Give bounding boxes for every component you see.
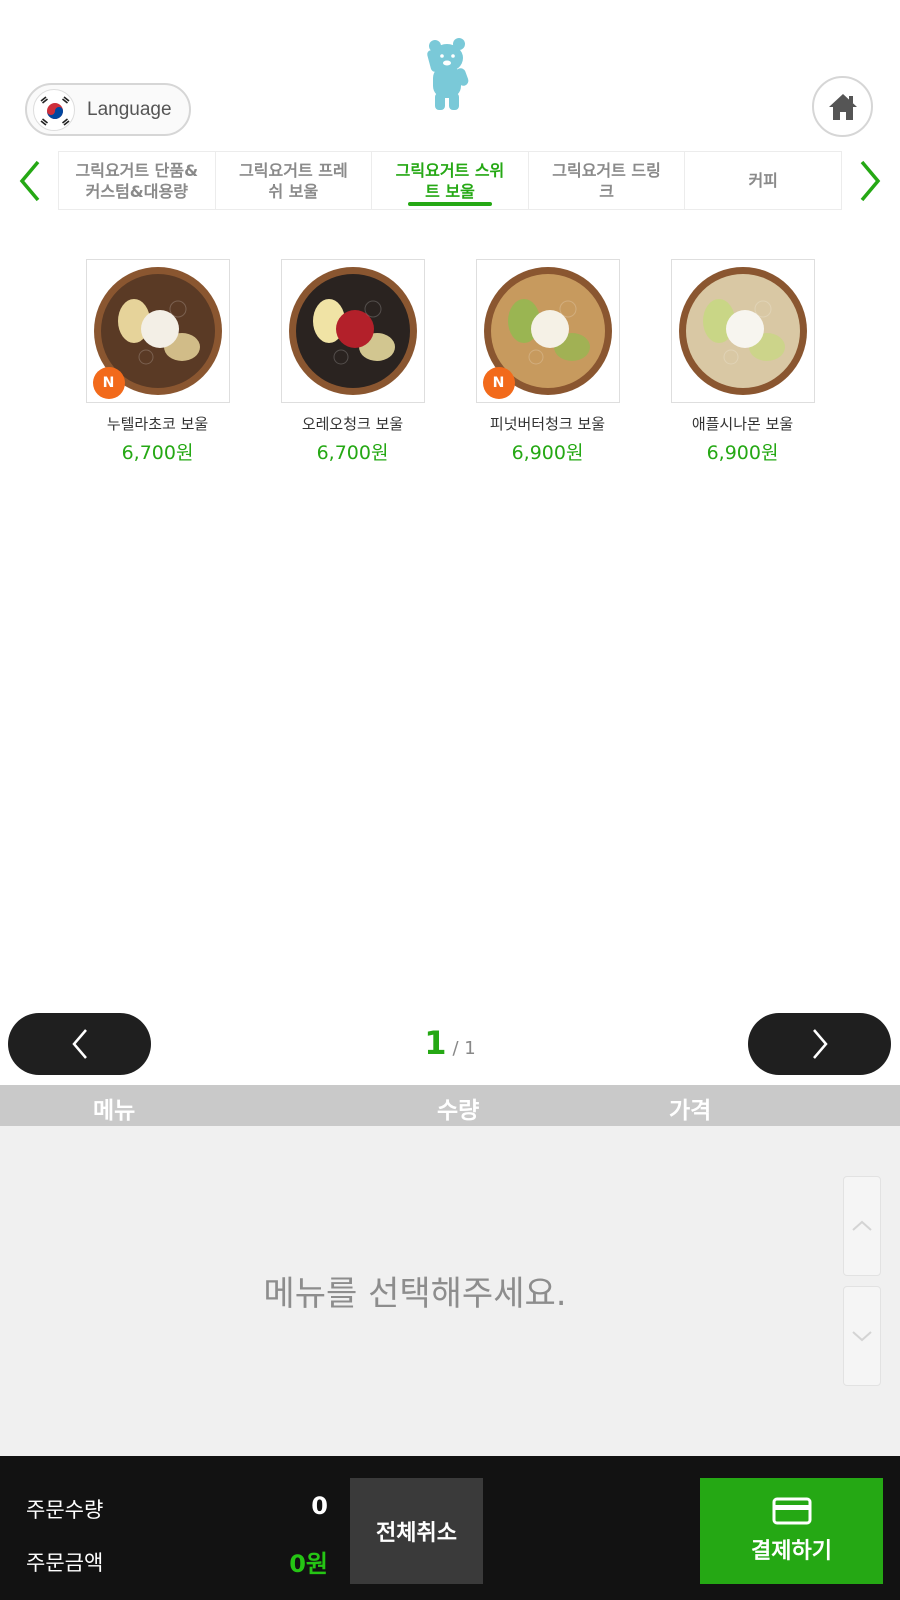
product-image	[670, 259, 815, 403]
chevron-left-icon	[19, 160, 40, 202]
yogurt-bowl-icon	[678, 267, 807, 395]
kiosk-screen: Language 그릭요거트 단품& 커스텀&대용량 그릭요거트 프레 쉬 보울…	[0, 0, 900, 1600]
order-amount-label: 주문금액	[26, 1551, 104, 1575]
language-button[interactable]: Language	[25, 83, 191, 136]
product-grid: N 누텔라초코 보울 6,700원 오레오청크 보울 6,700원 N 피넛버터청크 보울 6…	[60, 259, 840, 465]
product-image: N	[85, 259, 230, 403]
chevron-right-icon	[860, 160, 881, 202]
tab-greek-yogurt-fresh-bowl[interactable]: 그릭요거트 프레 쉬 보울	[216, 152, 373, 209]
product-name: 피넛버터청크 보울	[489, 415, 606, 433]
column-quantity: 수량	[437, 1098, 480, 1124]
tab-coffee[interactable]: 커피	[685, 152, 841, 209]
total-pages: / 1	[452, 1038, 476, 1059]
empty-order-message: 메뉴를 선택해주세요.	[263, 1274, 567, 1314]
order-amount-value: 0원	[289, 1550, 328, 1578]
product-image	[280, 259, 425, 403]
product-price: 6,900원	[511, 442, 584, 464]
product-card[interactable]: 애플시나몬 보울 6,900원	[645, 259, 840, 465]
category-next-button[interactable]	[852, 155, 888, 207]
order-list: 메뉴를 선택해주세요.	[0, 1126, 900, 1456]
credit-card-icon	[772, 1497, 811, 1525]
order-table-header: 메뉴 수량 가격	[0, 1085, 900, 1126]
scroll-down-button[interactable]	[843, 1286, 881, 1386]
order-footer: 주문수량 0 주문금액 0원 전체취소 결제하기	[0, 1456, 900, 1600]
scroll-up-button[interactable]	[843, 1176, 881, 1276]
page-next-button[interactable]	[748, 1013, 891, 1075]
category-prev-button[interactable]	[12, 155, 48, 207]
product-card[interactable]: N 피넛버터청크 보울 6,900원	[450, 259, 645, 465]
column-menu: 메뉴	[93, 1098, 136, 1124]
category-tabs: 그릭요거트 단품& 커스텀&대용량 그릭요거트 프레 쉬 보울 그릭요거트 스위…	[58, 151, 842, 210]
chevron-up-icon	[852, 1220, 872, 1231]
product-name: 오레오청크 보울	[301, 415, 404, 433]
order-quantity-value: 0	[311, 1492, 328, 1520]
yogurt-bowl-icon	[288, 267, 417, 395]
home-button[interactable]	[812, 76, 873, 137]
home-icon	[828, 93, 857, 120]
chevron-down-icon	[852, 1331, 872, 1342]
tab-greek-yogurt-sweet-bowl[interactable]: 그릭요거트 스위 트 보울	[372, 152, 529, 209]
product-name: 애플시나몬 보울	[691, 415, 794, 433]
tab-greek-yogurt-drink[interactable]: 그릭요거트 드링 크	[529, 152, 686, 209]
tab-greek-yogurt-single[interactable]: 그릭요거트 단품& 커스텀&대용량	[59, 152, 216, 209]
pay-button-label: 결제하기	[751, 1539, 832, 1564]
product-image: N	[475, 259, 620, 403]
order-quantity-label: 주문수량	[26, 1498, 104, 1522]
product-price: 6,700원	[121, 442, 194, 464]
new-badge: N	[485, 370, 512, 396]
product-name: 누텔라초코 보울	[106, 415, 209, 433]
product-price: 6,700원	[316, 442, 389, 464]
product-card[interactable]: N 누텔라초코 보울 6,700원	[60, 259, 255, 465]
chevron-right-icon	[812, 1029, 828, 1059]
bear-mascot-icon	[425, 38, 477, 112]
pay-button[interactable]: 결제하기	[700, 1478, 883, 1584]
page-prev-button[interactable]	[8, 1013, 151, 1075]
current-page: 1	[424, 1024, 447, 1062]
korea-flag-icon	[33, 88, 75, 131]
cancel-all-button[interactable]: 전체취소	[350, 1478, 483, 1584]
page-indicator: 1/ 1	[400, 1024, 500, 1062]
language-label: Language	[87, 98, 172, 120]
product-card[interactable]: 오레오청크 보울 6,700원	[255, 259, 450, 465]
column-price: 가격	[669, 1098, 712, 1124]
new-badge: N	[95, 370, 122, 396]
chevron-left-icon	[71, 1029, 87, 1059]
product-price: 6,900원	[706, 442, 779, 464]
